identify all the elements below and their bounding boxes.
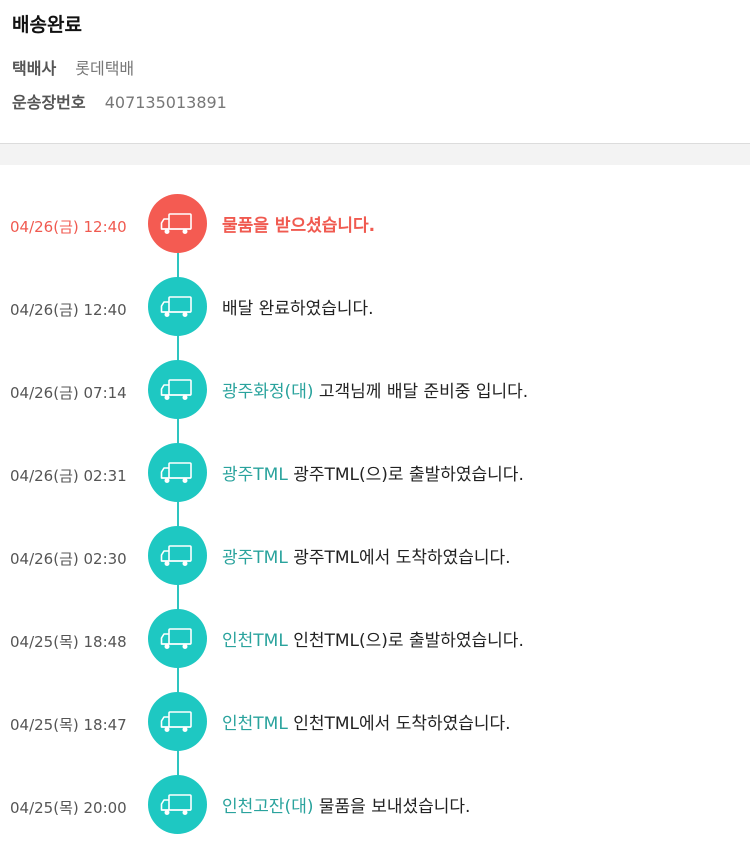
event-status-marker — [148, 692, 207, 751]
event-location: 인천TML — [222, 714, 288, 734]
event-time: 04/26(금) 02:30 — [10, 550, 127, 568]
event-description: 인천TML 인천TML(으)로 출발하였습니다. — [222, 626, 524, 651]
event-location: 광주화정(대) — [222, 382, 314, 402]
event-message: 광주TML에서 도착하였습니다. — [287, 548, 511, 568]
tracking-number: 407135013891 — [104, 93, 227, 112]
event-time: 04/25(목) 18:48 — [10, 633, 127, 651]
truck-icon — [160, 625, 196, 653]
tracking-label: 운송장번호 — [12, 93, 86, 112]
truck-icon — [160, 459, 196, 487]
tracking-event: 04/26(금) 12:40 물품을 받으셨습니다. — [0, 194, 750, 254]
courier-value: 롯데택배 — [75, 59, 135, 78]
tracking-event: 04/26(금) 07:14 광주화정(대) 고객님께 배달 준비중 입니다. — [0, 360, 750, 420]
event-message: 배달 완료하였습니다. — [222, 299, 374, 319]
event-message: 물품을 보내셨습니다. — [313, 797, 471, 817]
event-message: 인천TML(으)로 출발하였습니다. — [287, 631, 524, 651]
event-location: 인천고잔(대) — [222, 797, 314, 817]
event-description: 인천TML 인천TML에서 도착하였습니다. — [222, 709, 511, 734]
event-message: 인천TML에서 도착하였습니다. — [287, 714, 511, 734]
event-location: 광주TML — [222, 465, 288, 485]
truck-icon — [160, 376, 196, 404]
event-time: 04/26(금) 12:40 — [10, 218, 127, 236]
event-description: 배달 완료하였습니다. — [222, 294, 374, 319]
truck-icon — [160, 293, 196, 321]
courier-row: 택배사 롯데택배 — [12, 55, 134, 79]
event-description: 광주TML 광주TML에서 도착하였습니다. — [222, 543, 511, 568]
event-message: 고객님께 배달 준비중 입니다. — [313, 382, 529, 402]
tracking-timeline: 04/26(금) 12:40 물품을 받으셨습니다. 04/26(금) 12:40 배… — [0, 165, 750, 847]
event-status-marker — [148, 443, 207, 502]
event-description: 물품을 받으셨습니다. — [222, 211, 375, 236]
event-status-marker — [148, 526, 207, 585]
tracking-event: 04/26(금) 12:40 배달 완료하였습니다. — [0, 277, 750, 337]
truck-icon — [160, 708, 196, 736]
section-separator — [0, 144, 750, 165]
event-message: 광주TML(으)로 출발하였습니다. — [287, 465, 524, 485]
event-message: 물품을 받으셨습니다. — [222, 216, 376, 236]
event-description: 광주TML 광주TML(으)로 출발하였습니다. — [222, 460, 524, 485]
event-description: 광주화정(대) 고객님께 배달 준비중 입니다. — [222, 377, 528, 402]
truck-icon — [160, 791, 196, 819]
event-status-marker — [148, 609, 207, 668]
event-time: 04/26(금) 07:14 — [10, 384, 127, 402]
event-status-marker — [148, 194, 207, 253]
event-location: 인천TML — [222, 631, 288, 651]
truck-icon — [160, 210, 196, 238]
event-status-marker — [148, 775, 207, 834]
tracking-event: 04/25(목) 20:00 인천고잔(대) 물품을 보내셨습니다. — [0, 775, 750, 835]
event-time: 04/25(목) 18:47 — [10, 716, 127, 734]
tracking-row: 운송장번호 407135013891 — [12, 89, 227, 113]
event-description: 인천고잔(대) 물품을 보내셨습니다. — [222, 792, 470, 817]
delivery-header: 배송완료 택배사 롯데택배 운송장번호 407135013891 — [0, 0, 750, 143]
event-time: 04/25(목) 20:00 — [10, 799, 127, 817]
courier-label: 택배사 — [12, 59, 57, 78]
event-status-marker — [148, 277, 207, 336]
truck-icon — [160, 542, 196, 570]
delivery-status-title: 배송완료 — [12, 14, 82, 36]
event-location: 광주TML — [222, 548, 288, 568]
event-time: 04/26(금) 12:40 — [10, 301, 127, 319]
event-time: 04/26(금) 02:31 — [10, 467, 127, 485]
tracking-event: 04/26(금) 02:30 광주TML 광주TML에서 도착하였습니다. — [0, 526, 750, 586]
tracking-event: 04/26(금) 02:31 광주TML 광주TML(으)로 출발하였습니다. — [0, 443, 750, 503]
event-status-marker — [148, 360, 207, 419]
tracking-event: 04/25(목) 18:48 인천TML 인천TML(으)로 출발하였습니다. — [0, 609, 750, 669]
tracking-event: 04/25(목) 18:47 인천TML 인천TML에서 도착하였습니다. — [0, 692, 750, 752]
